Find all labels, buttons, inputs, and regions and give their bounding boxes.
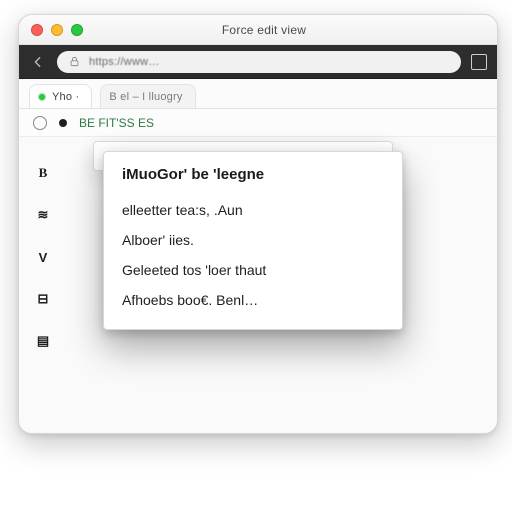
status-dot-icon (59, 119, 67, 127)
tab-label: Yho · (52, 91, 79, 103)
dropdown-title: iMuoGor' be 'leegne (122, 166, 384, 183)
lock-icon (67, 55, 81, 69)
sidebar-item-4[interactable]: ⊟ (33, 289, 53, 309)
browser-window: Force edit view https://www… Yho · (18, 14, 498, 434)
bookmarks-bar: BE FIT'SS ES (19, 109, 497, 137)
tab-active[interactable]: Yho · (29, 84, 92, 108)
menu-item[interactable]: Geleeted tos 'loer thaut (122, 255, 384, 285)
url-text: https://www… (89, 56, 160, 68)
address-bar[interactable]: https://www… (57, 51, 461, 73)
tab-strip: Yho · B el – I lluogry (19, 79, 497, 109)
refresh-icon[interactable] (33, 116, 47, 130)
tab-label: B el – I lluogry (109, 91, 182, 103)
dropdown-menu: iMuoGor' be 'leegne elleetter tea:s, .Au… (103, 151, 403, 330)
sidebar-item-2[interactable]: ≋ (33, 205, 53, 225)
sidebar-item-3[interactable]: V (33, 247, 53, 267)
menu-item[interactable]: Alboer' iies. (122, 225, 384, 255)
tab-inactive[interactable]: B el – I lluogry (100, 84, 195, 108)
maximize-button[interactable] (71, 24, 83, 36)
traffic-lights (31, 24, 83, 36)
minimize-button[interactable] (51, 24, 63, 36)
menu-item[interactable]: elleetter tea:s, .Aun (122, 195, 384, 225)
toolbar-right (471, 54, 487, 70)
window-title: Force edit view (91, 23, 437, 37)
content-area: B ≋ V ⊟ ▤ iMuoGor' be 'leegne elleetter … (19, 137, 497, 433)
close-button[interactable] (31, 24, 43, 36)
favicon-icon (38, 93, 46, 101)
titlebar: Force edit view (19, 15, 497, 45)
bookmark-link[interactable]: BE FIT'SS ES (79, 116, 154, 130)
sidebar-item-1[interactable]: B (33, 163, 53, 183)
back-button[interactable] (29, 53, 47, 71)
extensions-button[interactable] (471, 54, 487, 70)
sidebar: B ≋ V ⊟ ▤ (33, 163, 65, 351)
toolbar: https://www… (19, 45, 497, 79)
sidebar-item-5[interactable]: ▤ (33, 331, 53, 351)
menu-item[interactable]: Afhoebs boo€. Benl… (122, 285, 384, 315)
